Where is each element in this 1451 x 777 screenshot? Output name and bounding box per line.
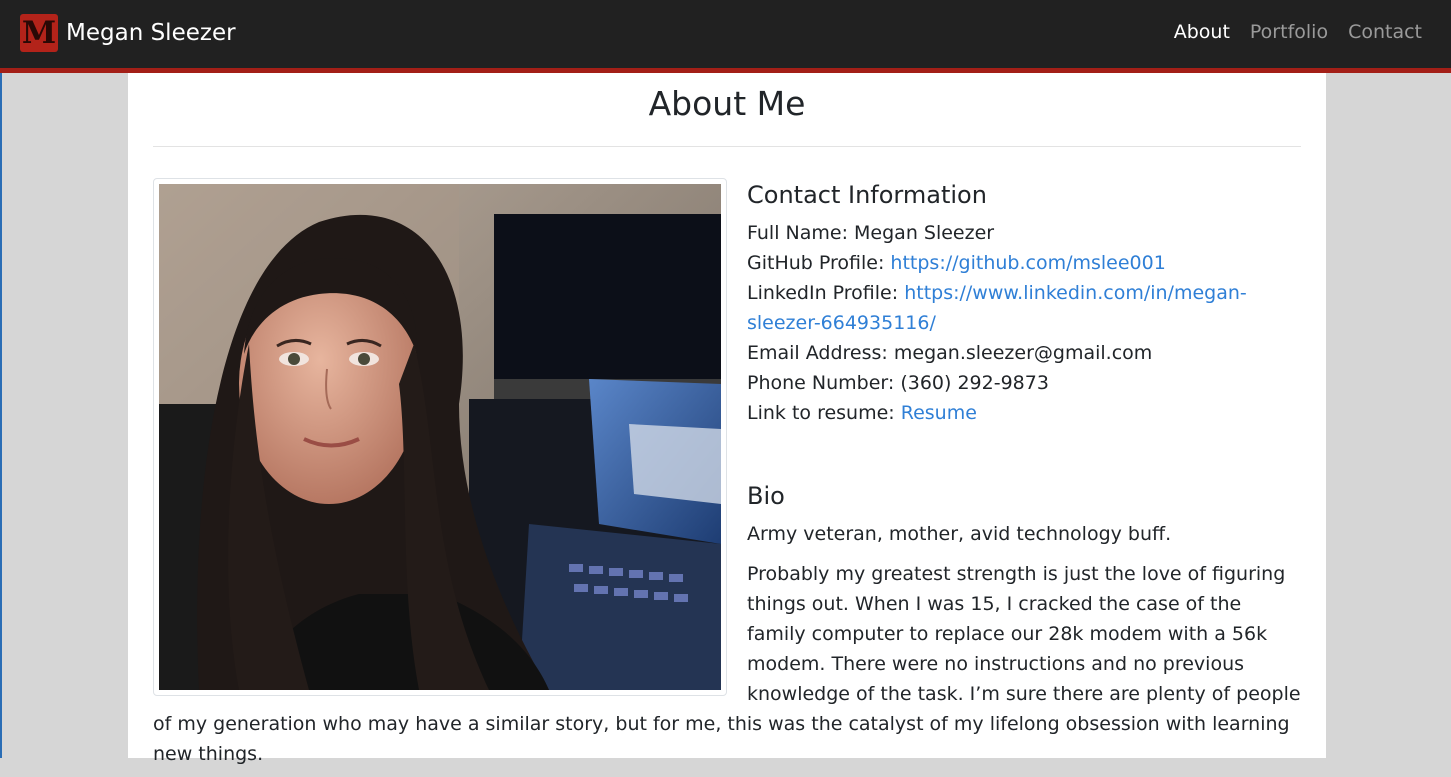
brand-name[interactable]: Megan Sleezer bbox=[66, 20, 236, 46]
title-divider bbox=[153, 146, 1301, 147]
github-link[interactable]: https://github.com/mslee001 bbox=[890, 252, 1165, 274]
full-name-value: Megan Sleezer bbox=[854, 222, 995, 244]
main-container: About Me Contact Information Full Name: … bbox=[128, 73, 1326, 765]
resume-link[interactable]: Resume bbox=[901, 402, 977, 424]
linkedin-label: LinkedIn Profile: bbox=[747, 282, 899, 304]
window-edge bbox=[0, 70, 2, 758]
brand[interactable]: M Megan Sleezer bbox=[20, 14, 236, 52]
nav-link-portfolio[interactable]: Portfolio bbox=[1250, 21, 1328, 43]
brand-logo[interactable]: M bbox=[20, 14, 58, 52]
nav-link-about[interactable]: About bbox=[1174, 21, 1230, 43]
phone-label: Phone Number: bbox=[747, 372, 895, 394]
about-content: Contact Information Full Name: Megan Sle… bbox=[153, 178, 1301, 777]
phone-value: (360) 292-9873 bbox=[900, 372, 1049, 394]
page-title: About Me bbox=[648, 84, 806, 123]
nav-links: About Portfolio Contact bbox=[1174, 21, 1422, 43]
profile-photo bbox=[159, 184, 721, 690]
profile-photo-frame bbox=[153, 178, 727, 696]
full-name-label: Full Name: bbox=[747, 222, 848, 244]
email-value: megan.sleezer@gmail.com bbox=[893, 342, 1153, 364]
navbar: M Megan Sleezer About Portfolio Contact bbox=[0, 0, 1451, 73]
github-label: GitHub Profile: bbox=[747, 252, 885, 274]
nav-link-contact[interactable]: Contact bbox=[1348, 21, 1422, 43]
email-label: Email Address: bbox=[747, 342, 888, 364]
resume-label: Link to resume: bbox=[747, 402, 895, 424]
